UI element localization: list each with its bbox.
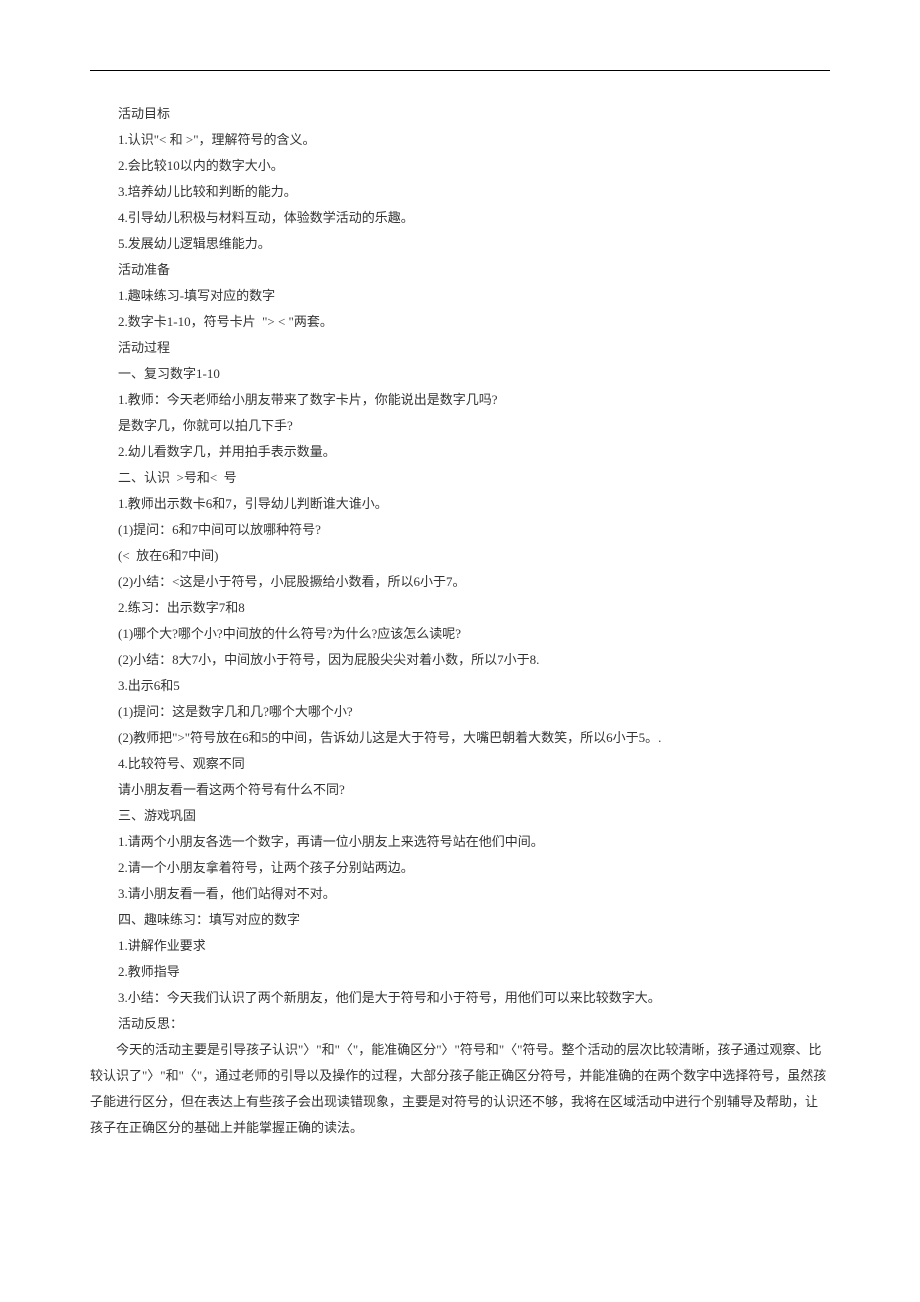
text-line: (2)小结：<这是小于符号，小屁股撅给小数看，所以6小于7。 bbox=[90, 569, 830, 595]
text-line: (< 放在6和7中间) bbox=[90, 543, 830, 569]
text-line: 1.请两个小朋友各选一个数字，再请一位小朋友上来选符号站在他们中间。 bbox=[90, 829, 830, 855]
document-page: 活动目标 1.认识"< 和 >"，理解符号的含义。 2.会比较10以内的数字大小… bbox=[0, 0, 920, 1201]
text-line: 1.趣味练习-填写对应的数字 bbox=[90, 283, 830, 309]
text-line: 1.认识"< 和 >"，理解符号的含义。 bbox=[90, 127, 830, 153]
text-line: (2)小结：8大7小，中间放小于符号，因为屁股尖尖对着小数，所以7小于8. bbox=[90, 647, 830, 673]
text-line: (2)教师把">"符号放在6和5的中间，告诉幼儿这是大于符号，大嘴巴朝着大数笑，… bbox=[90, 725, 830, 751]
text-line: 活动准备 bbox=[90, 257, 830, 283]
text-line: (1)提问：这是数字几和几?哪个大哪个小? bbox=[90, 699, 830, 725]
text-line: 一、复习数字1-10 bbox=[90, 361, 830, 387]
text-line: (1)提问：6和7中间可以放哪种符号? bbox=[90, 517, 830, 543]
text-line: 活动反思： bbox=[90, 1011, 830, 1037]
text-line: 活动过程 bbox=[90, 335, 830, 361]
text-line: 5.发展幼儿逻辑思维能力。 bbox=[90, 231, 830, 257]
text-line: 是数字几，你就可以拍几下手? bbox=[90, 413, 830, 439]
text-line: 1.教师出示数卡6和7，引导幼儿判断谁大谁小。 bbox=[90, 491, 830, 517]
text-line: 2.练习：出示数字7和8 bbox=[90, 595, 830, 621]
text-line: 4.比较符号、观察不同 bbox=[90, 751, 830, 777]
text-line: 1.教师：今天老师给小朋友带来了数字卡片，你能说出是数字几吗? bbox=[90, 387, 830, 413]
reflection-paragraph: 今天的活动主要是引导孩子认识"〉"和"〈"，能准确区分"〉"符号和"〈"符号。整… bbox=[90, 1037, 830, 1141]
text-line: 3.请小朋友看一看，他们站得对不对。 bbox=[90, 881, 830, 907]
text-line: 2.会比较10以内的数字大小。 bbox=[90, 153, 830, 179]
text-line: 2.数字卡1-10，符号卡片 "> < "两套。 bbox=[90, 309, 830, 335]
text-line: 二、认识 >号和< 号 bbox=[90, 465, 830, 491]
text-line: 3.小结：今天我们认识了两个新朋友，他们是大于符号和小于符号，用他们可以来比较数… bbox=[90, 985, 830, 1011]
text-line: 请小朋友看一看这两个符号有什么不同? bbox=[90, 777, 830, 803]
text-line: 2.请一个小朋友拿着符号，让两个孩子分别站两边。 bbox=[90, 855, 830, 881]
text-line: 活动目标 bbox=[90, 101, 830, 127]
text-line: 3.培养幼儿比较和判断的能力。 bbox=[90, 179, 830, 205]
text-line: 三、游戏巩固 bbox=[90, 803, 830, 829]
text-line: 3.出示6和5 bbox=[90, 673, 830, 699]
text-line: 四、趣味练习：填写对应的数字 bbox=[90, 907, 830, 933]
text-line: (1)哪个大?哪个小?中间放的什么符号?为什么?应该怎么读呢? bbox=[90, 621, 830, 647]
text-line: 4.引导幼儿积极与材料互动，体验数学活动的乐趣。 bbox=[90, 205, 830, 231]
text-line: 1.讲解作业要求 bbox=[90, 933, 830, 959]
horizontal-rule bbox=[90, 70, 830, 71]
text-line: 2.幼儿看数字几，并用拍手表示数量。 bbox=[90, 439, 830, 465]
text-line: 2.教师指导 bbox=[90, 959, 830, 985]
